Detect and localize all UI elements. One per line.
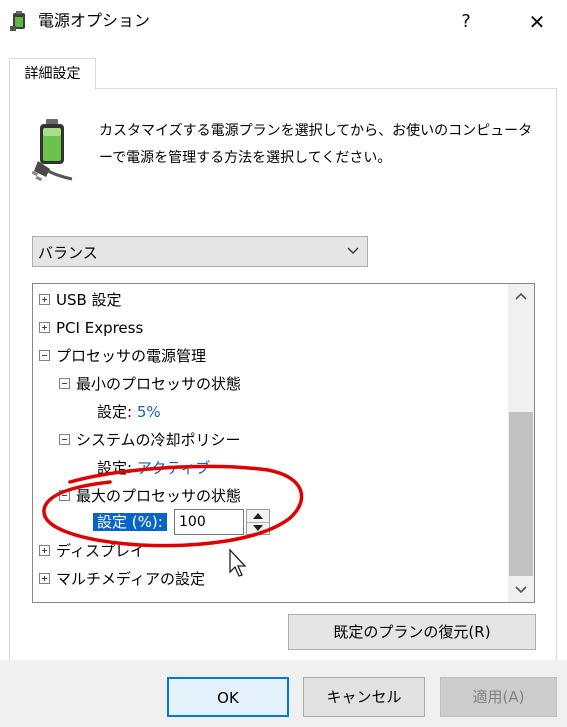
settings-tree[interactable]: USB 設定 PCI Express プロセッサの電源管理 最小のプロセッサの状… <box>32 283 535 603</box>
scroll-down-icon[interactable] <box>508 576 534 602</box>
tree-item-label: 最大のプロセッサの状態 <box>76 487 242 505</box>
setting-label: 設定: <box>97 459 133 477</box>
description-text: カスタマイズする電源プランを選択してから、お使いのコンピューターで電源を管理する… <box>99 123 533 166</box>
cancel-button[interactable]: キャンセル <box>303 677 425 717</box>
power-plan-select[interactable]: バランス <box>32 236 368 267</box>
chevron-down-icon <box>347 247 359 254</box>
scroll-thumb[interactable] <box>509 412 533 576</box>
setting-label-selected: 設定 (%): <box>93 513 167 531</box>
expand-icon[interactable] <box>39 294 50 305</box>
collapse-icon[interactable] <box>59 378 70 389</box>
ok-button[interactable]: OK <box>167 677 289 717</box>
tree-item-label: マルチメディアの設定 <box>56 570 205 588</box>
setting-value-link[interactable]: 5% <box>137 403 161 421</box>
setting-min-processor-state[interactable]: 設定: 5% <box>97 399 161 425</box>
restore-defaults-button[interactable]: 既定のプランの復元(R) <box>288 614 536 650</box>
expand-icon[interactable] <box>39 322 50 333</box>
tree-item-label: PCI Express <box>56 319 144 337</box>
setting-cooling-policy[interactable]: 設定: アクティブ <box>97 455 210 481</box>
mouse-cursor-icon <box>229 548 247 577</box>
setting-max-processor-state[interactable]: 設定 (%): <box>93 509 167 535</box>
tree-item-label: USB 設定 <box>56 291 122 309</box>
collapse-icon[interactable] <box>39 350 50 361</box>
collapse-icon[interactable] <box>59 434 70 445</box>
tree-item-max-processor-state[interactable]: 最大のプロセッサの状態 <box>59 483 241 509</box>
tree-item-multimedia[interactable]: マルチメディアの設定 <box>39 566 205 592</box>
tree-item-label: 最小のプロセッサの状態 <box>76 375 242 393</box>
tree-scrollbar[interactable] <box>508 284 534 602</box>
power-plan-select-value: バランス <box>38 244 98 262</box>
help-button[interactable]: ? <box>446 8 486 36</box>
tree-item-label: プロセッサの電源管理 <box>56 347 207 365</box>
setting-label: 設定: <box>97 403 133 421</box>
tree-item-usb[interactable]: USB 設定 <box>39 287 122 313</box>
max-processor-state-input[interactable]: 100 <box>174 509 244 535</box>
tree-item-label: システムの冷却ポリシー <box>76 431 241 449</box>
power-options-icon <box>10 11 25 31</box>
scroll-up-icon[interactable] <box>508 284 534 310</box>
window-title: 電源オプション <box>38 11 151 30</box>
tree-item-display[interactable]: ディスプレイ <box>39 538 145 564</box>
tree-item-processor-power[interactable]: プロセッサの電源管理 <box>39 343 206 369</box>
tree-item-label: ディスプレイ <box>56 542 145 560</box>
tab-advanced-settings[interactable]: 詳細設定 <box>9 58 96 90</box>
battery-plug-icon <box>32 119 73 182</box>
close-button[interactable]: ✕ <box>515 8 559 36</box>
tree-item-pci-express[interactable]: PCI Express <box>39 315 143 341</box>
expand-icon[interactable] <box>39 545 50 556</box>
collapse-icon[interactable] <box>59 490 70 501</box>
tree-item-min-processor-state[interactable]: 最小のプロセッサの状態 <box>59 371 241 397</box>
setting-value-link[interactable]: アクティブ <box>137 459 210 477</box>
max-processor-state-spinner[interactable] <box>246 509 270 535</box>
tree-item-cooling-policy[interactable]: システムの冷却ポリシー <box>59 427 241 453</box>
spin-down-icon[interactable] <box>247 522 269 534</box>
title-bar: 電源オプション ? ✕ <box>0 0 567 44</box>
apply-button[interactable]: 適用(A) <box>440 677 557 717</box>
expand-icon[interactable] <box>39 573 50 584</box>
